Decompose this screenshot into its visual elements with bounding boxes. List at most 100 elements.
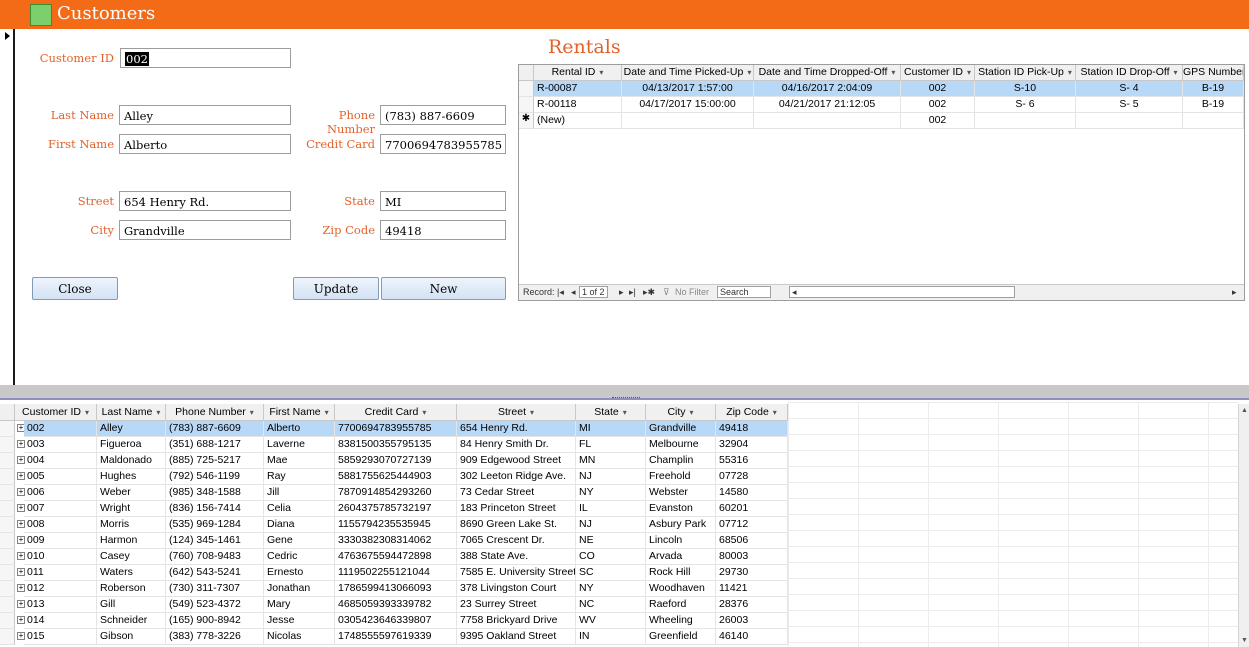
last-name-cell[interactable]: Gill bbox=[97, 597, 166, 613]
last-record-icon[interactable]: ▸| bbox=[629, 287, 636, 298]
city-cell[interactable]: Evanston bbox=[646, 501, 716, 517]
zip-code-cell[interactable]: 14580 bbox=[716, 485, 788, 501]
city-cell[interactable]: Champlin bbox=[646, 453, 716, 469]
row-selector[interactable] bbox=[0, 629, 15, 645]
rentals-col-rental-id[interactable]: Rental ID ▾ bbox=[534, 65, 622, 81]
first-name-cell[interactable]: Nicolas bbox=[264, 629, 335, 645]
picked-up-cell[interactable]: 04/13/2017 1:57:00 bbox=[622, 81, 754, 97]
city-cell[interactable]: Webster bbox=[646, 485, 716, 501]
credit-card-cell[interactable]: 2604375785732197 bbox=[335, 501, 457, 517]
select-all-corner[interactable] bbox=[519, 65, 534, 81]
sort-dropdown-icon[interactable]: ▾ bbox=[623, 408, 627, 417]
state-field[interactable]: MI bbox=[380, 191, 506, 211]
first-record-icon[interactable]: |◂ bbox=[557, 287, 564, 298]
city-cell[interactable]: Grandville bbox=[646, 421, 716, 437]
credit-card-cell[interactable]: 5859293070727139 bbox=[335, 453, 457, 469]
customer-id-cell[interactable]: 007 bbox=[24, 501, 97, 517]
customer-id-field[interactable]: 002 bbox=[120, 48, 291, 68]
zip-code-cell[interactable]: 49418 bbox=[716, 421, 788, 437]
state-cell[interactable]: WV bbox=[576, 613, 646, 629]
sort-dropdown-icon[interactable]: ▾ bbox=[891, 68, 895, 77]
rental-id-cell[interactable]: R-00118 bbox=[534, 97, 622, 113]
customer-id-cell[interactable]: 012 bbox=[24, 581, 97, 597]
customer-id-cell[interactable]: 004 bbox=[24, 453, 97, 469]
customer-id-cell[interactable]: 002 bbox=[901, 81, 975, 97]
table-row[interactable]: +002 Alley (783) 887-6609 Alberto 7700694783… bbox=[0, 421, 788, 437]
customer-id-cell[interactable]: 011 bbox=[24, 565, 97, 581]
customer-id-cell[interactable]: 002 bbox=[901, 113, 975, 129]
splitter-grip-icon[interactable] bbox=[612, 397, 640, 399]
last-name-cell[interactable]: Roberson bbox=[97, 581, 166, 597]
gps-number-cell[interactable] bbox=[1183, 113, 1244, 129]
table-row[interactable]: +008 Morris (535) 969-1284 Diana 11557942355… bbox=[0, 517, 788, 533]
table-row[interactable]: +012 Roberson (730) 311-7307 Jonathan 178659… bbox=[0, 581, 788, 597]
city-cell[interactable]: Arvada bbox=[646, 549, 716, 565]
close-button[interactable]: Close bbox=[32, 277, 118, 300]
state-cell[interactable]: CO bbox=[576, 549, 646, 565]
last-name-field[interactable]: Alley bbox=[119, 105, 291, 125]
row-selector[interactable] bbox=[0, 437, 15, 453]
ds-col-first-name[interactable]: First Name ▾ bbox=[264, 404, 335, 421]
customer-id-cell[interactable]: 015 bbox=[24, 629, 97, 645]
row-selector[interactable] bbox=[0, 581, 15, 597]
first-name-cell[interactable]: Mae bbox=[264, 453, 335, 469]
table-row[interactable]: +005 Hughes (792) 546-1199 Ray 5881755625444… bbox=[0, 469, 788, 485]
table-row[interactable]: +010 Casey (760) 708-9483 Cedric 47636755944… bbox=[0, 549, 788, 565]
phone-number-cell[interactable]: (351) 688-1217 bbox=[166, 437, 264, 453]
zip-code-cell[interactable]: 46140 bbox=[716, 629, 788, 645]
zip-code-field[interactable]: 49418 bbox=[380, 220, 506, 240]
credit-card-cell[interactable]: 3330382308314062 bbox=[335, 533, 457, 549]
state-cell[interactable]: NY bbox=[576, 581, 646, 597]
station-pickup-cell[interactable] bbox=[975, 113, 1076, 129]
sort-dropdown-icon[interactable]: ▾ bbox=[599, 68, 603, 77]
row-selector[interactable] bbox=[0, 421, 15, 437]
customer-id-cell[interactable]: 002 bbox=[24, 421, 97, 437]
first-name-field[interactable]: Alberto bbox=[119, 134, 291, 154]
new-record-asterisk-icon[interactable]: ✱ bbox=[519, 113, 534, 129]
zip-code-cell[interactable]: 29730 bbox=[716, 565, 788, 581]
state-cell[interactable]: NJ bbox=[576, 517, 646, 533]
scroll-up-icon[interactable]: ▲ bbox=[1241, 407, 1248, 414]
ds-col-street[interactable]: Street ▾ bbox=[457, 404, 576, 421]
credit-card-cell[interactable]: 7700694783955785 bbox=[335, 421, 457, 437]
station-dropoff-cell[interactable]: S- 5 bbox=[1076, 97, 1183, 113]
sort-dropdown-icon[interactable]: ▾ bbox=[773, 408, 777, 417]
rentals-col-dropped-off[interactable]: Date and Time Dropped-Off ▾ bbox=[754, 65, 901, 81]
state-cell[interactable]: SC bbox=[576, 565, 646, 581]
state-cell[interactable]: NE bbox=[576, 533, 646, 549]
street-cell[interactable]: 388 State Ave. bbox=[457, 549, 576, 565]
ds-col-state[interactable]: State ▾ bbox=[576, 404, 646, 421]
first-name-cell[interactable]: Celia bbox=[264, 501, 335, 517]
city-cell[interactable]: Freehold bbox=[646, 469, 716, 485]
customer-id-cell[interactable]: 002 bbox=[901, 97, 975, 113]
state-cell[interactable]: NY bbox=[576, 485, 646, 501]
next-record-icon[interactable]: ▸ bbox=[619, 287, 624, 298]
rentals-col-station-dropoff[interactable]: Station ID Drop-Off ▾ bbox=[1076, 65, 1183, 81]
first-name-cell[interactable]: Jonathan bbox=[264, 581, 335, 597]
state-cell[interactable]: MN bbox=[576, 453, 646, 469]
row-selector[interactable] bbox=[519, 81, 534, 97]
credit-card-cell[interactable]: 1155794235535945 bbox=[335, 517, 457, 533]
last-name-cell[interactable]: Maldonado bbox=[97, 453, 166, 469]
first-name-cell[interactable]: Laverne bbox=[264, 437, 335, 453]
customer-id-cell[interactable]: 009 bbox=[24, 533, 97, 549]
row-selector[interactable] bbox=[519, 97, 534, 113]
zip-code-cell[interactable]: 07728 bbox=[716, 469, 788, 485]
table-row[interactable]: +009 Harmon (124) 345-1461 Gene 333038230831… bbox=[0, 533, 788, 549]
sort-dropdown-icon[interactable]: ▾ bbox=[530, 408, 534, 417]
row-selector[interactable] bbox=[0, 453, 15, 469]
row-selector[interactable] bbox=[0, 517, 15, 533]
phone-number-cell[interactable]: (783) 887-6609 bbox=[166, 421, 264, 437]
state-cell[interactable]: NJ bbox=[576, 469, 646, 485]
table-row[interactable]: +006 Weber (985) 348-1588 Jill 7870914854293… bbox=[0, 485, 788, 501]
phone-number-cell[interactable]: (730) 311-7307 bbox=[166, 581, 264, 597]
scroll-down-icon[interactable]: ▼ bbox=[1241, 637, 1248, 644]
zip-code-cell[interactable]: 26003 bbox=[716, 613, 788, 629]
rentals-new-row[interactable]: ✱ (New) 002 bbox=[519, 113, 1244, 129]
first-name-cell[interactable]: Mary bbox=[264, 597, 335, 613]
rentals-col-station-pickup[interactable]: Station ID Pick-Up ▾ bbox=[975, 65, 1076, 81]
sort-dropdown-icon[interactable]: ▾ bbox=[325, 408, 329, 417]
first-name-cell[interactable]: Ray bbox=[264, 469, 335, 485]
sort-dropdown-icon[interactable]: ▾ bbox=[690, 408, 694, 417]
credit-card-field[interactable]: 7700694783955785 bbox=[380, 134, 506, 154]
